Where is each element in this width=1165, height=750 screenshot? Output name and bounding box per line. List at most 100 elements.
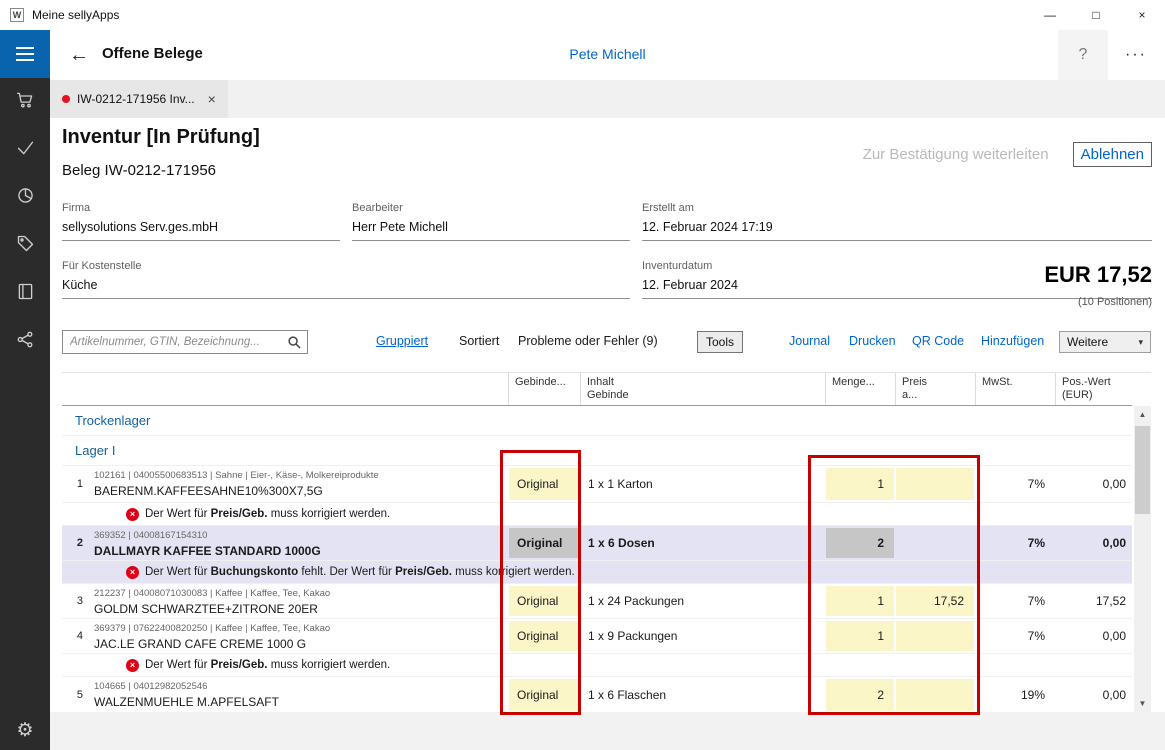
preis-value <box>896 468 974 500</box>
col-mwst[interactable]: MwSt. <box>975 373 1055 405</box>
menge-cell[interactable]: 1 <box>825 584 895 618</box>
gebinde-cell[interactable]: Original <box>508 526 580 560</box>
kostenstelle-underline <box>62 298 630 299</box>
qr-code-link[interactable]: QR Code <box>912 334 964 348</box>
tools-button[interactable]: Tools <box>697 331 743 353</box>
row-article: 212237 | 04008071030083 | Kaffee | Kaffe… <box>88 584 508 618</box>
row-number: 2 <box>62 526 88 560</box>
row-number: 1 <box>62 466 88 502</box>
preis-value: 17,52 <box>896 586 974 616</box>
gebinde-value: Original <box>509 586 579 616</box>
row-number: 3 <box>62 584 88 618</box>
preis-cell[interactable]: 17,52 <box>895 584 975 618</box>
help-button[interactable]: ? <box>1058 30 1108 80</box>
gebinde-cell[interactable]: Original <box>508 584 580 618</box>
table-row-2-selected[interactable]: 2 369352 | 04008167154310 DALLMAYR KAFFE… <box>62 526 1132 561</box>
vertical-scrollbar[interactable]: ▲ ▼ <box>1134 406 1151 712</box>
group-row-trockenlager[interactable]: Trockenlager <box>62 406 1132 436</box>
check-icon <box>15 137 36 163</box>
table-row-3[interactable]: 3 212237 | 04008071030083 | Kaffee | Kaf… <box>62 584 1132 619</box>
search-box <box>62 330 308 354</box>
appbar: ← Offene Belege Pete Michell ? ··· <box>50 30 1165 80</box>
hamburger-menu-button[interactable] <box>0 30 50 78</box>
bearbeiter-underline <box>352 240 630 241</box>
error-message: × Der Wert für Buchungskonto fehlt. Der … <box>88 561 1132 583</box>
sidebar-item-share[interactable] <box>0 318 50 366</box>
sidebar-item-statistics[interactable] <box>0 174 50 222</box>
sidebar-item-labels[interactable] <box>0 222 50 270</box>
tab-close-icon[interactable]: × <box>208 91 216 107</box>
table-row-5[interactable]: 5 104665 | 04012982052546 WALZENMUEHLE M… <box>62 677 1132 712</box>
hinzufuegen-link[interactable]: Hinzufügen <box>981 334 1044 348</box>
col-inhalt[interactable]: Inhalt Gebinde <box>580 373 825 405</box>
sidebar-item-documents[interactable] <box>0 270 50 318</box>
menge-value: 2 <box>826 528 894 558</box>
scroll-up-icon[interactable]: ▲ <box>1134 406 1151 423</box>
error-row-4: × Der Wert für Preis/Geb. muss korrigier… <box>62 654 1132 677</box>
gebinde-cell[interactable]: Original <box>508 677 580 712</box>
preis-cell[interactable] <box>895 619 975 653</box>
menge-cell[interactable]: 1 <box>825 466 895 502</box>
col-gebinde[interactable]: Gebinde... <box>508 373 580 405</box>
row-name: BAERENM.KAFFEESAHNE10%300X7,5G <box>94 483 502 499</box>
col-wert[interactable]: Pos.-Wert (EUR) <box>1055 373 1132 405</box>
positions-table: Gebinde... Inhalt Gebinde Menge... Preis… <box>62 372 1151 712</box>
close-button[interactable]: × <box>1119 0 1165 30</box>
menge-cell[interactable]: 1 <box>825 619 895 653</box>
share-icon <box>15 329 36 355</box>
table-header: Gebinde... Inhalt Gebinde Menge... Preis… <box>62 373 1132 406</box>
mwst-cell: 7% <box>975 584 1055 618</box>
search-input[interactable] <box>63 331 307 353</box>
menge-cell[interactable]: 2 <box>825 677 895 712</box>
menge-value: 2 <box>826 679 894 711</box>
group-row-lager-i[interactable]: Lager I <box>62 436 1132 466</box>
reject-button[interactable]: Ablehnen <box>1073 142 1152 167</box>
scroll-down-icon[interactable]: ▼ <box>1134 695 1151 712</box>
gebinde-cell[interactable]: Original <box>508 619 580 653</box>
gebinde-value: Original <box>509 621 579 651</box>
row-article: 104665 | 04012982052546 WALZENMUEHLE M.A… <box>88 677 508 712</box>
sidebar-item-tasks[interactable] <box>0 126 50 174</box>
error-icon: × <box>126 566 139 579</box>
search-icon[interactable] <box>287 335 302 350</box>
gebinde-cell[interactable]: Original <box>508 466 580 502</box>
sidebar-item-cart[interactable] <box>0 78 50 126</box>
firma-label: Firma <box>62 202 90 214</box>
maximize-button[interactable]: □ <box>1073 0 1119 30</box>
col-preis[interactable]: Preis a... <box>895 373 975 405</box>
scrollbar-thumb[interactable] <box>1135 426 1150 514</box>
drucken-link[interactable]: Drucken <box>849 334 896 348</box>
preis-value <box>896 528 974 558</box>
forward-button[interactable]: Zur Bestätigung weiterleiten <box>863 146 1049 163</box>
sidebar-item-settings[interactable]: ⚙ <box>0 712 50 748</box>
row-name: GOLDM SCHWARZTEE+ZITRONE 20ER <box>94 601 502 617</box>
table-row-4[interactable]: 4 369379 | 07622400820250 | Kaffee | Kaf… <box>62 619 1132 654</box>
weitere-dropdown[interactable]: Weitere ▾ <box>1059 331 1151 353</box>
window-title: Meine sellyApps <box>32 8 119 22</box>
gruppiert-link[interactable]: Gruppiert <box>376 334 428 348</box>
error-row-1: × Der Wert für Preis/Geb. muss korrigier… <box>62 503 1132 526</box>
probleme-link[interactable]: Probleme oder Fehler (9) <box>518 334 658 348</box>
preis-cell[interactable] <box>895 526 975 560</box>
row-article: 369352 | 04008167154310 DALLMAYR KAFFEE … <box>88 526 508 560</box>
table-row-1[interactable]: 1 102161 | 04005500683513 | Sahne | Eier… <box>62 466 1132 503</box>
erstellt-underline <box>642 240 1152 241</box>
journal-link[interactable]: Journal <box>789 334 830 348</box>
preis-cell[interactable] <box>895 677 975 712</box>
cart-icon <box>15 89 36 115</box>
more-button[interactable]: ··· <box>1111 30 1161 80</box>
weitere-label: Weitere <box>1067 335 1108 349</box>
sortiert-link[interactable]: Sortiert <box>459 334 499 348</box>
preis-cell[interactable] <box>895 466 975 502</box>
document-title: Inventur [In Prüfung] <box>62 126 260 149</box>
book-icon <box>15 281 36 307</box>
wert-cell: 17,52 <box>1055 584 1132 618</box>
unsaved-dot-icon <box>62 95 70 103</box>
back-button[interactable]: ← <box>64 41 94 69</box>
minimize-button[interactable]: — <box>1027 0 1073 30</box>
wert-cell: 0,00 <box>1055 526 1132 560</box>
kostenstelle-label: Für Kostenstelle <box>62 260 141 272</box>
col-menge[interactable]: Menge... <box>825 373 895 405</box>
menge-cell[interactable]: 2 <box>825 526 895 560</box>
document-tab[interactable]: IW-0212-171956 Inv... × <box>50 80 228 118</box>
